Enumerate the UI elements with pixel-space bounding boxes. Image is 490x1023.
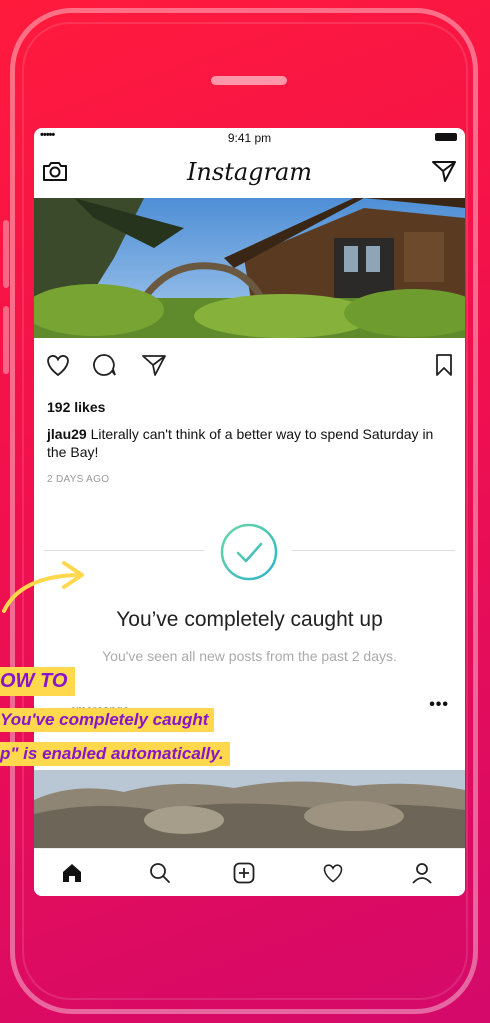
add-post-icon[interactable] xyxy=(232,861,256,885)
bookmark-icon[interactable] xyxy=(433,352,455,378)
battery-icon xyxy=(435,133,457,141)
share-icon[interactable] xyxy=(140,352,168,378)
howto-label: OW TO xyxy=(0,667,76,696)
caught-up-subtitle: You've seen all new posts from the past … xyxy=(102,648,397,664)
phone-speaker xyxy=(211,76,287,85)
howto-line-2: p" is enabled automatically. xyxy=(0,742,230,766)
app-screen: ••••• 9:41 pm Instagram 192 likes jlau29… xyxy=(34,128,465,896)
home-icon[interactable] xyxy=(60,861,84,885)
search-icon[interactable] xyxy=(148,861,172,885)
bottom-tab-bar xyxy=(34,848,465,896)
more-options-icon[interactable]: ••• xyxy=(429,696,449,714)
post-photo[interactable] xyxy=(34,198,465,338)
volume-down-button xyxy=(3,306,9,374)
status-time: 9:41 pm xyxy=(227,131,272,145)
post-date: 2 DAYS AGO xyxy=(47,474,110,485)
direct-message-icon[interactable] xyxy=(431,159,457,183)
post-caption: jlau29 Literally can't think of a better… xyxy=(47,425,452,461)
comment-icon[interactable] xyxy=(90,352,118,378)
profile-icon[interactable] xyxy=(410,861,434,885)
app-logo: Instagram xyxy=(186,158,313,186)
next-post-photo[interactable] xyxy=(34,770,465,848)
divider-left xyxy=(44,550,204,551)
activity-icon[interactable] xyxy=(321,861,345,885)
arrow-icon xyxy=(2,561,84,613)
post-actions xyxy=(34,348,465,384)
likes-count[interactable]: 192 likes xyxy=(47,399,105,415)
howto-line-1: You've completely caught xyxy=(0,708,215,732)
divider-right xyxy=(292,550,455,551)
volume-up-button xyxy=(3,220,9,288)
status-bar: ••••• 9:41 pm xyxy=(34,128,465,148)
caption-text: Literally can't think of a better way to… xyxy=(47,426,434,460)
top-nav: Instagram xyxy=(34,148,465,198)
heart-icon[interactable] xyxy=(44,352,72,378)
check-circle-icon xyxy=(220,523,278,581)
caption-username[interactable]: jlau29 xyxy=(47,426,87,442)
